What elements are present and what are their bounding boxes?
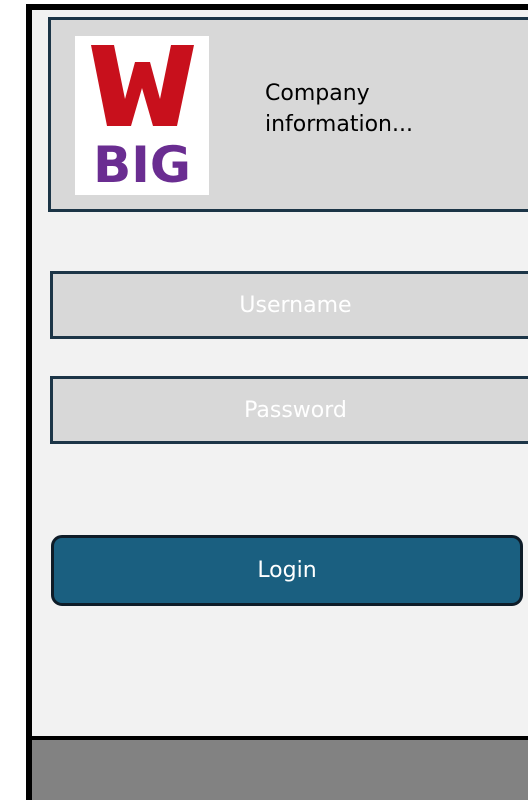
- login-button[interactable]: Login: [51, 535, 523, 606]
- logo-w-letter: [91, 45, 194, 126]
- company-logo: BIG: [75, 36, 209, 195]
- footer-bar: [32, 736, 528, 800]
- company-information-text: Company information...: [265, 81, 413, 137]
- username-field[interactable]: [50, 271, 528, 339]
- logo-graphic: BIG: [91, 45, 194, 194]
- username-input[interactable]: [53, 274, 528, 336]
- logo-big-text: BIG: [93, 136, 191, 194]
- password-field[interactable]: [50, 376, 528, 444]
- password-input[interactable]: [53, 379, 528, 441]
